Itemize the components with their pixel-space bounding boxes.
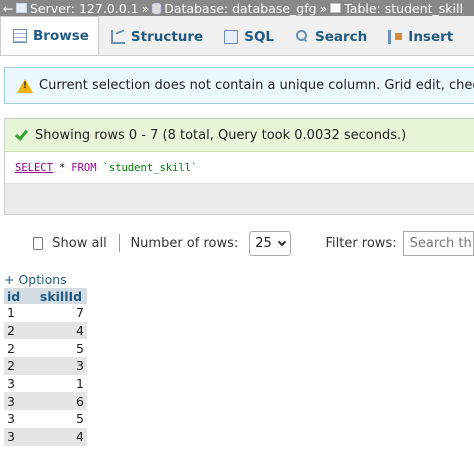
- tab-insert-label: Insert: [408, 29, 454, 45]
- tab-bar: Browse Structure SQL Search Insert: [0, 16, 474, 56]
- cell-id[interactable]: 3: [4, 392, 35, 411]
- table-row: 2 3: [4, 357, 87, 375]
- tab-export[interactable]: [462, 19, 474, 55]
- warning-notice: Current selection does not contain a uni…: [4, 67, 474, 104]
- breadcrumb-separator: »: [319, 0, 328, 16]
- breadcrumb-database-label: Database: database_gfg: [164, 0, 317, 16]
- tab-browse[interactable]: Browse: [0, 16, 99, 55]
- insert-icon: [388, 30, 403, 44]
- sql-query: SELECT * FROM `student_skill`: [5, 152, 474, 184]
- column-header-id[interactable]: id: [4, 288, 35, 304]
- table-icon: [330, 3, 342, 13]
- table-header-row: id skillId: [4, 288, 87, 304]
- cell-skillid[interactable]: 7: [35, 304, 87, 322]
- search-icon: [295, 30, 309, 44]
- breadcrumb-server[interactable]: Server: 127.0.0.1: [16, 1, 139, 16]
- table-row: 3 4: [4, 427, 87, 446]
- cell-id[interactable]: 3: [4, 410, 35, 428]
- cell-skillid[interactable]: 1: [35, 374, 87, 393]
- table-row: 2 5: [4, 339, 87, 358]
- cell-skillid[interactable]: 5: [35, 339, 87, 358]
- cell-id[interactable]: 2: [4, 339, 35, 358]
- table-row: 2 4: [4, 321, 87, 340]
- filter-input[interactable]: Search this table: [402, 230, 474, 256]
- sql-keyword-select[interactable]: SELECT: [15, 162, 53, 174]
- cell-id[interactable]: 3: [4, 427, 35, 446]
- breadcrumb-table-label: Table: student_skill: [344, 0, 463, 16]
- cell-skillid[interactable]: 5: [35, 410, 87, 428]
- tab-sql[interactable]: SQL: [212, 19, 283, 55]
- sql-icon: [224, 30, 239, 44]
- tab-search[interactable]: Search: [283, 19, 376, 55]
- breadcrumb-table[interactable]: Table: student_skill: [330, 1, 463, 16]
- server-icon: [16, 3, 27, 13]
- cell-skillid[interactable]: 3: [35, 357, 87, 375]
- divider: [118, 234, 120, 252]
- sql-keyword-from: FROM: [71, 161, 97, 174]
- cell-id[interactable]: 2: [4, 357, 35, 375]
- tab-structure-label: Structure: [130, 29, 204, 45]
- cell-id[interactable]: 3: [4, 374, 35, 393]
- tab-browse-label: Browse: [33, 28, 89, 44]
- tab-insert[interactable]: Insert: [376, 19, 462, 55]
- show-all-checkbox[interactable]: [33, 236, 44, 250]
- sql-table-name: `student_skill`: [102, 161, 198, 174]
- back-arrow-icon[interactable]: ←: [0, 1, 16, 16]
- options-link[interactable]: + Options: [4, 272, 67, 287]
- cell-skillid[interactable]: 6: [35, 392, 87, 411]
- success-notice: Showing rows 0 - 7 (8 total, Query took …: [5, 119, 474, 152]
- query-result-box: Showing rows 0 - 7 (8 total, Query took …: [4, 118, 474, 215]
- success-message: Showing rows 0 - 7 (8 total, Query took …: [35, 127, 407, 143]
- breadcrumb-separator: »: [141, 0, 150, 16]
- chevron-down-icon: [278, 237, 287, 246]
- warning-text: Current selection does not contain a uni…: [39, 78, 474, 93]
- table-row: 3 1: [4, 374, 87, 393]
- table-row: 3 5: [4, 410, 87, 428]
- filter-label: Filter rows:: [325, 235, 397, 251]
- cell-id[interactable]: 1: [4, 304, 35, 322]
- rows-label: Number of rows:: [130, 235, 239, 251]
- phpmyadmin-window: ← Server: 127.0.0.1 » Database: database…: [0, 0, 474, 453]
- breadcrumb-server-label: Server: 127.0.0.1: [30, 0, 139, 16]
- navigation-controls: Show all Number of rows: 25 Filter rows:…: [0, 228, 474, 258]
- browse-icon: [13, 29, 27, 43]
- column-header-skillid[interactable]: skillId: [35, 288, 87, 304]
- warning-icon: [17, 78, 33, 93]
- cell-skillid[interactable]: 4: [35, 427, 87, 446]
- cell-id[interactable]: 2: [4, 321, 35, 340]
- sql-star: *: [58, 161, 66, 174]
- rows-select-value: 25: [255, 235, 272, 251]
- rows-select[interactable]: 25: [249, 230, 292, 256]
- tab-structure[interactable]: Structure: [99, 19, 212, 55]
- breadcrumb: ← Server: 127.0.0.1 » Database: database…: [0, 0, 474, 16]
- table-row: 3 6: [4, 392, 87, 411]
- show-all-label[interactable]: Show all: [52, 236, 106, 251]
- results-table: id skillId 1 7 2 4 2 5 2 3 3 1 3 6 3 5 3…: [4, 288, 87, 446]
- table-row: 1 7: [4, 304, 87, 322]
- structure-icon: [110, 30, 125, 44]
- database-icon: [152, 2, 162, 14]
- tab-sql-label: SQL: [244, 29, 275, 45]
- tab-search-label: Search: [315, 29, 368, 45]
- cell-skillid[interactable]: 4: [35, 321, 87, 340]
- check-icon: [14, 126, 29, 141]
- breadcrumb-database[interactable]: Database: database_gfg: [152, 0, 317, 16]
